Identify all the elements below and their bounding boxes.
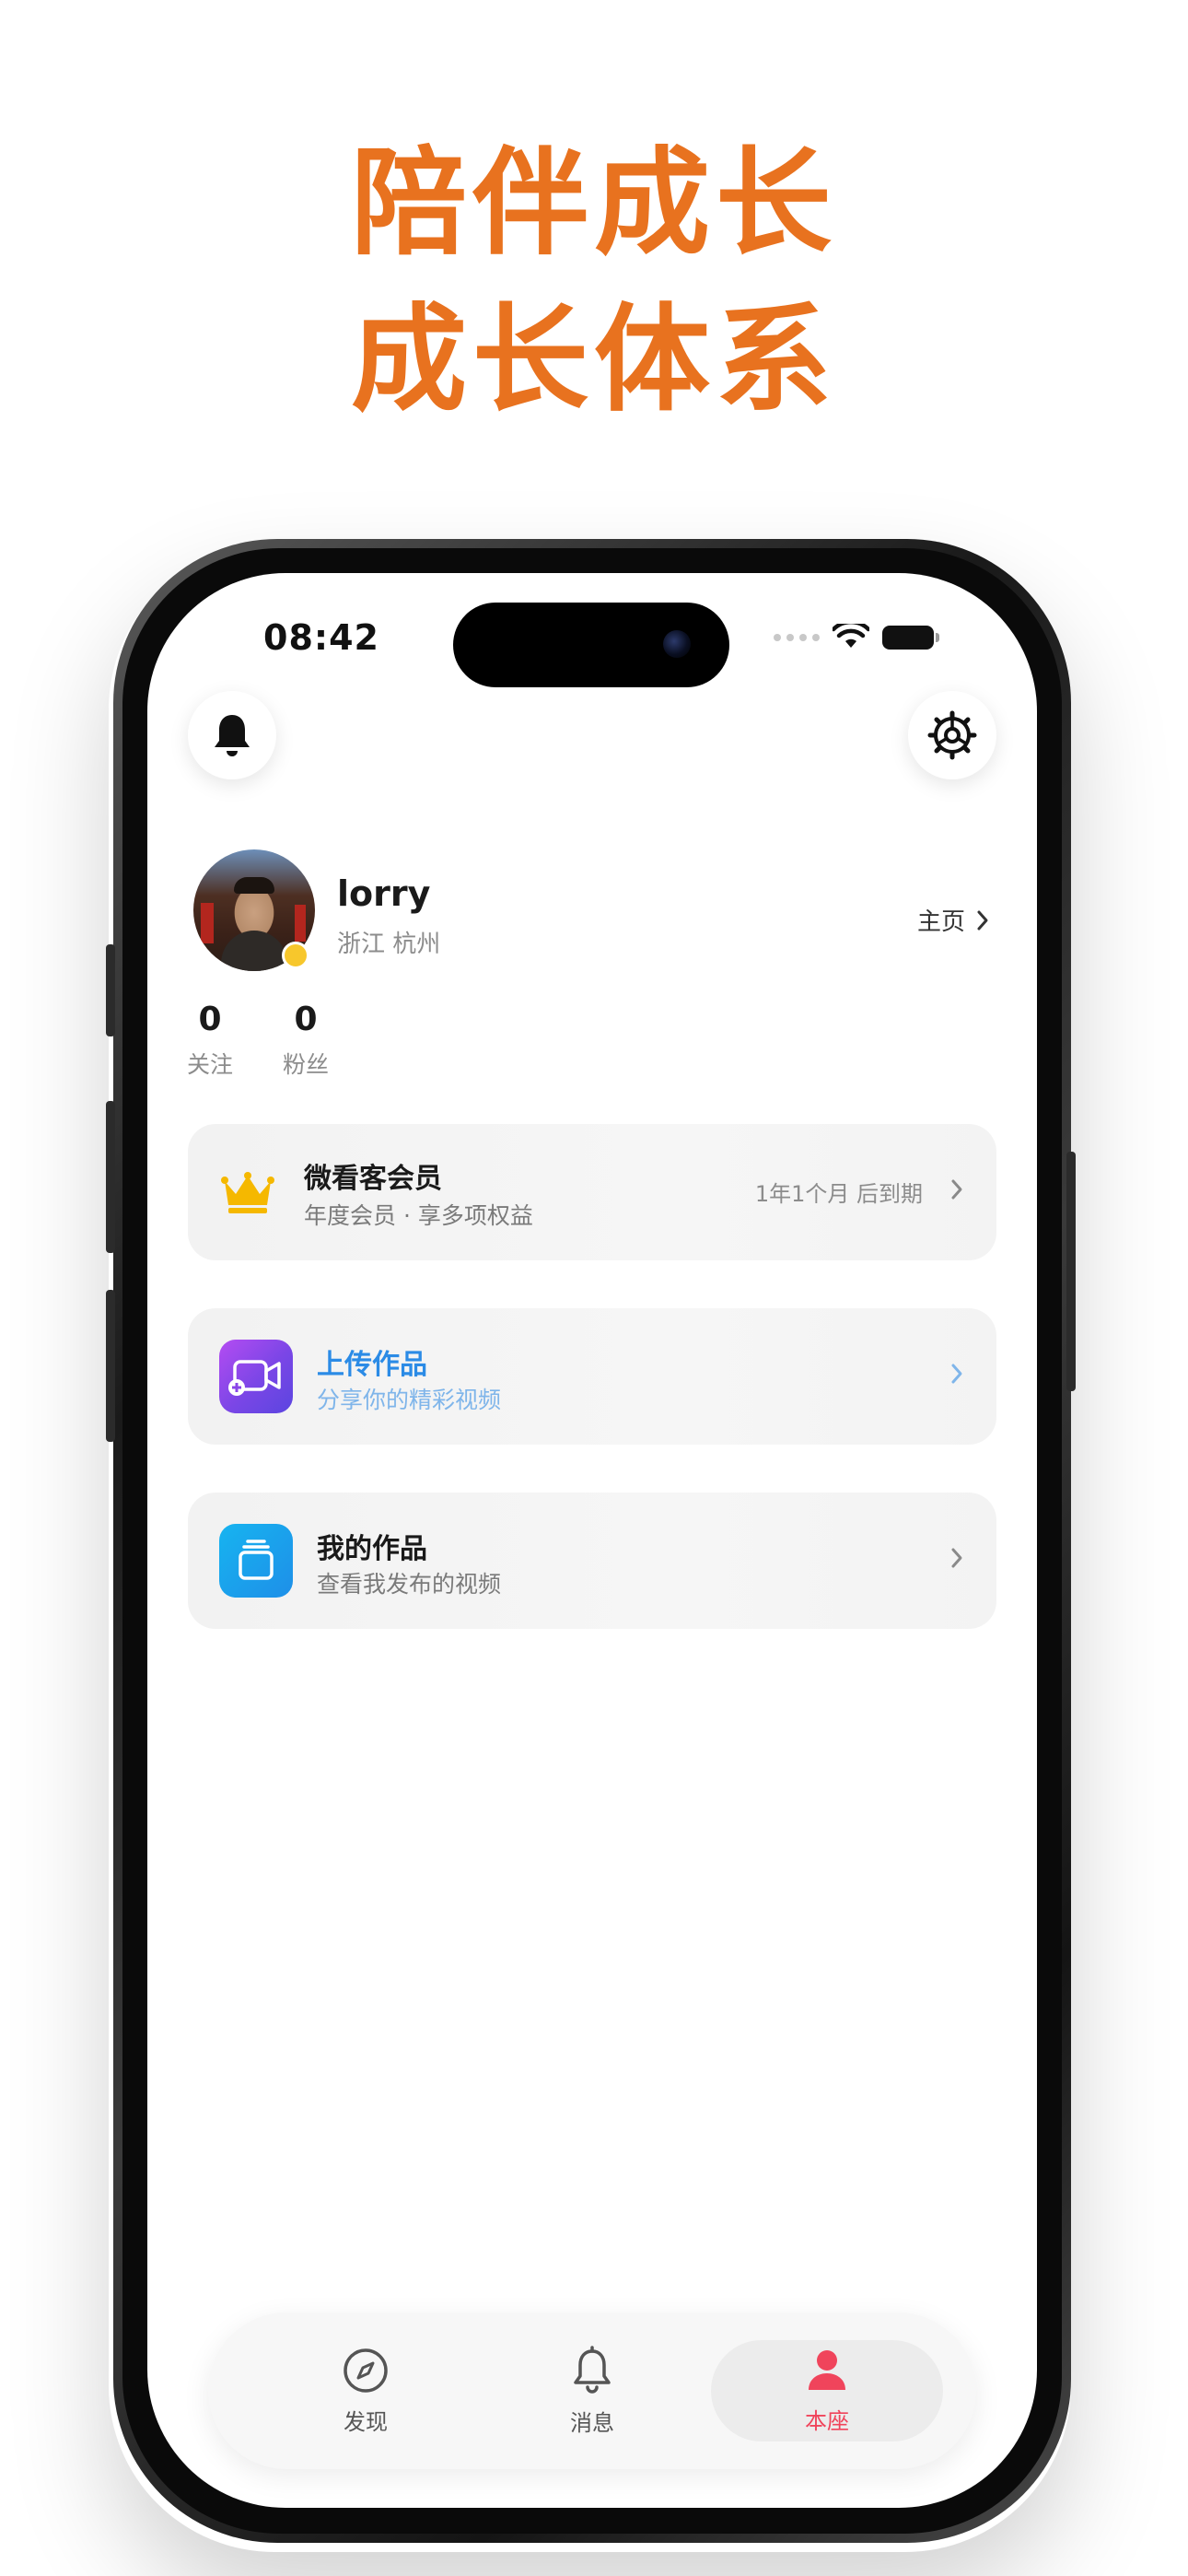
membership-card[interactable]: 微看客会员 年度会员 · 享多项权益 1年1个月 后到期 [188,1124,996,1260]
tab-discover[interactable]: 发现 [250,2313,481,2469]
tab-bar: 发现 消息 本座 [208,2313,976,2469]
phone-volume-up-button [106,1101,115,1253]
battery-icon [882,626,939,650]
tab-label: 本座 [805,2407,849,2434]
membership-expiry: 1年1个月 后到期 [754,1181,923,1207]
status-time: 08:42 [263,617,379,658]
upload-video-icon [219,1340,293,1413]
promo-title-line1: 陪伴成长 [351,135,837,271]
chevron-right-icon [951,1364,962,1384]
profile-location: 浙江 杭州 [337,931,441,958]
notification-button[interactable] [188,691,276,779]
phone-volume-down-button [106,1290,115,1442]
bell-icon [574,2345,611,2394]
membership-subtitle: 年度会员 · 享多项权益 [304,1202,533,1229]
following-label: 关注 [186,1051,233,1078]
home-link-label: 主页 [917,908,966,936]
crown-icon [221,1172,274,1213]
my-works-subtitle: 查看我发布的视频 [317,1571,502,1598]
gear-icon [927,710,977,760]
upload-title: 上传作品 [317,1349,427,1381]
tab-label: 消息 [570,2409,614,2436]
membership-title: 微看客会员 [304,1163,442,1195]
phone-mute-button [106,944,115,1036]
compass-icon [344,2348,388,2393]
my-works-card[interactable]: 我的作品 查看我发布的视频 [188,1493,996,1629]
verified-badge-icon [282,942,309,969]
upload-subtitle: 分享你的精彩视频 [317,1387,502,1413]
tab-label: 发现 [344,2408,388,2435]
followers-label: 粉丝 [282,1051,329,1078]
chevron-right-icon [977,910,988,930]
status-indicators [774,621,939,654]
promo-title-line2: 成长体系 [351,292,837,427]
my-works-title: 我的作品 [317,1533,427,1565]
tab-profile[interactable]: 本座 [711,2313,943,2469]
bell-icon [215,715,250,756]
phone-screen: 08:42 lorry 浙江 杭州 主页 0 关注 0 粉丝 微看客会员 年度会… [147,573,1037,2508]
tab-messages[interactable]: 消息 [477,2313,707,2469]
wifi-icon [833,624,869,648]
chevron-right-icon [951,1548,962,1568]
profile-home-link[interactable]: 主页 [917,903,989,937]
front-camera [663,630,691,658]
profile-name: lorry [337,873,431,914]
signal-icon [774,634,820,641]
followers-count[interactable]: 0 [269,1001,343,1038]
phone-power-button [1066,1152,1076,1391]
settings-button[interactable] [908,691,996,779]
chevron-right-icon [951,1179,962,1200]
upload-card[interactable]: 上传作品 分享你的精彩视频 [188,1308,996,1445]
stack-icon [219,1524,293,1598]
person-icon [809,2349,845,2390]
following-count[interactable]: 0 [173,1001,247,1038]
